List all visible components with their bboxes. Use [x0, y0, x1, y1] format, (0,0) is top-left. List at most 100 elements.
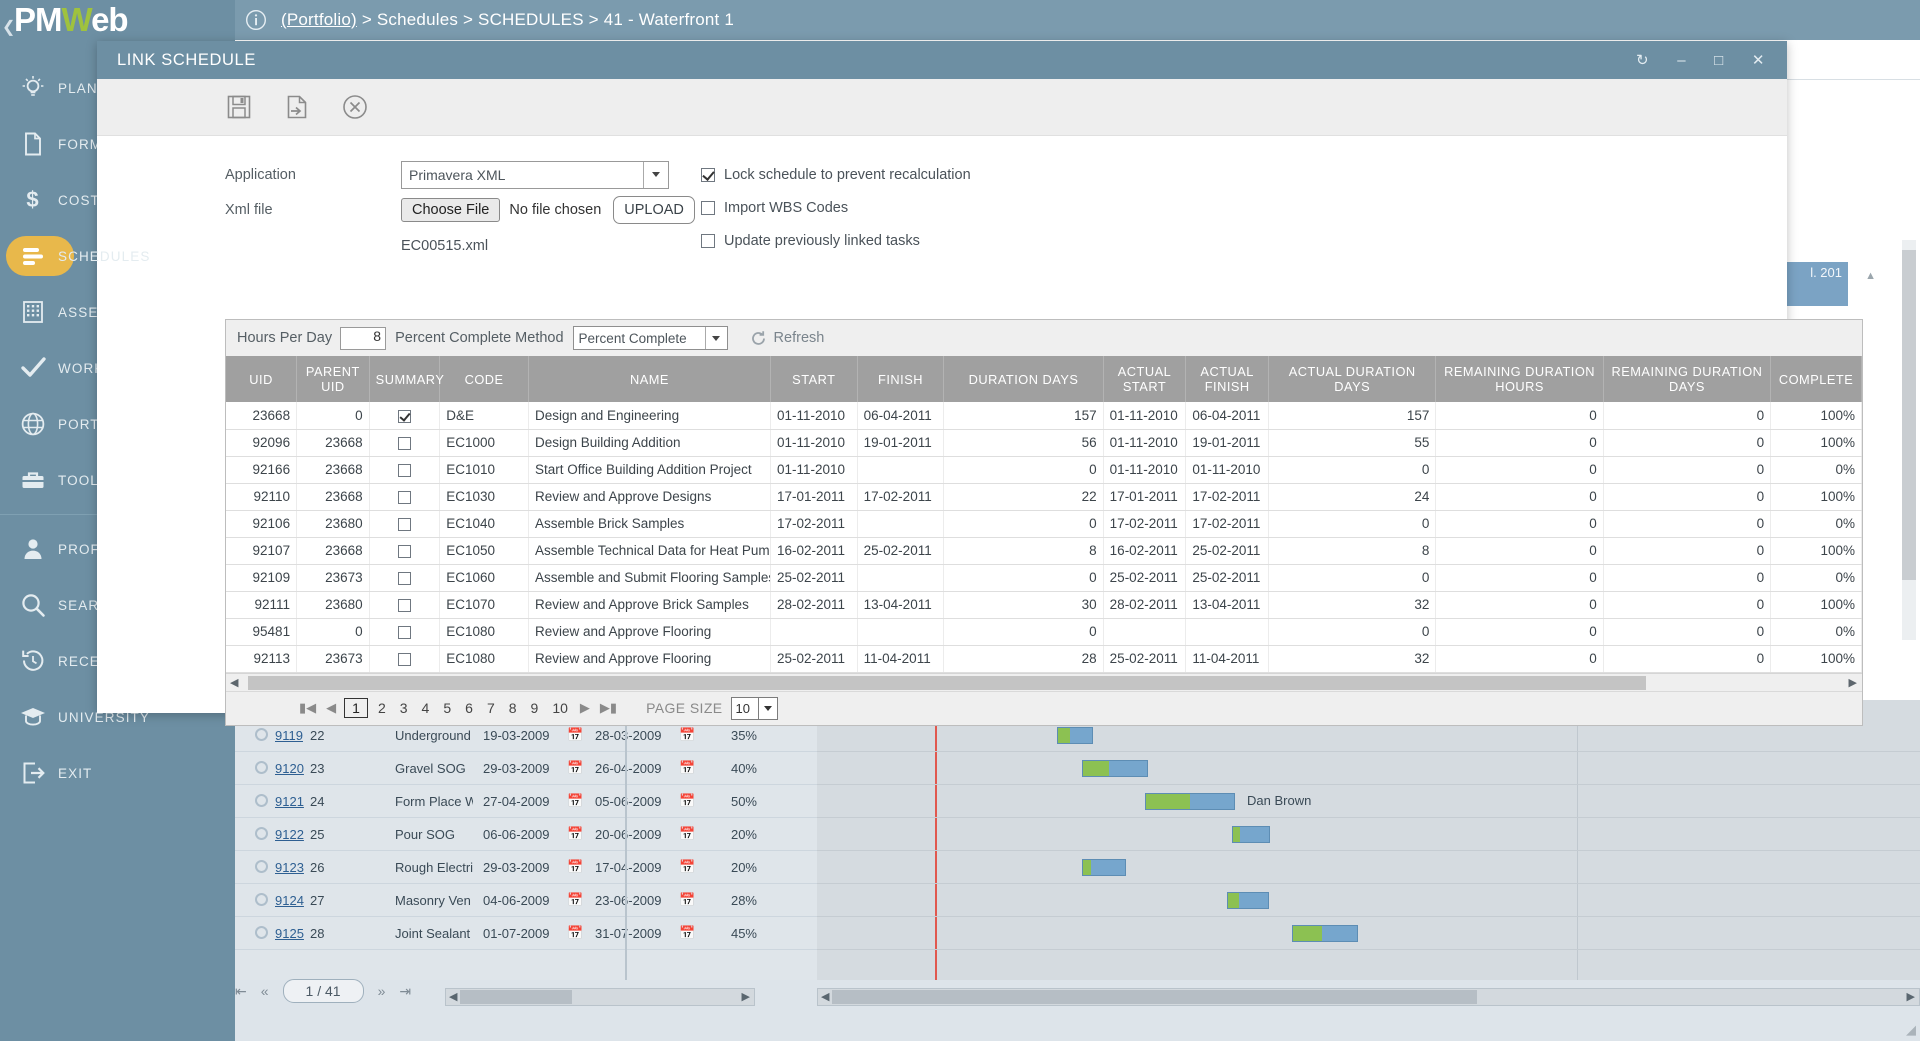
cell-summary[interactable]	[369, 483, 441, 511]
page-indicator[interactable]: 1 / 41	[282, 979, 364, 1003]
next-page-icon[interactable]: »	[378, 983, 386, 999]
column-header[interactable]: ACTUAL START	[1103, 356, 1187, 402]
percent-complete-method-select[interactable]: Percent Complete	[572, 326, 728, 350]
option-row-2[interactable]: Update previously linked tasks	[701, 224, 971, 257]
maximize-button[interactable]: □	[1714, 53, 1724, 68]
prev-page-icon[interactable]: ◀	[321, 700, 341, 716]
summary-checkbox[interactable]	[397, 409, 411, 423]
calendar-icon[interactable]: 📅	[679, 826, 695, 842]
column-header[interactable]: ACTUAL FINISH	[1185, 356, 1270, 402]
column-header[interactable]: START	[770, 356, 858, 402]
column-header[interactable]: DURATION DAYS	[943, 356, 1104, 402]
upload-button[interactable]: UPLOAD	[613, 196, 695, 224]
column-header[interactable]: PARENT UID	[296, 356, 370, 402]
checkbox[interactable]	[701, 200, 715, 215]
table-row[interactable]: 92107 23668 EC1050 Assemble Technical Data …	[226, 537, 1862, 565]
column-header[interactable]: FINISH	[857, 356, 945, 402]
scroll-left-icon[interactable]: ◀	[821, 990, 829, 1003]
first-page-icon[interactable]: ⇤	[235, 983, 247, 1000]
scroll-right-icon[interactable]: ▶	[1849, 676, 1857, 689]
summary-checkbox[interactable]	[397, 625, 411, 639]
row-bullet-icon[interactable]	[255, 827, 268, 840]
page-3-button[interactable]: 3	[393, 700, 415, 716]
row-bullet-icon[interactable]	[255, 794, 268, 807]
cell-summary[interactable]	[369, 429, 441, 457]
summary-checkbox[interactable]	[397, 598, 411, 612]
calendar-icon[interactable]: 📅	[567, 727, 583, 743]
page-4-button[interactable]: 4	[415, 700, 437, 716]
gantt-bar[interactable]	[1292, 925, 1358, 942]
calendar-icon[interactable]: 📅	[567, 793, 583, 809]
column-header[interactable]: CODE	[439, 356, 529, 402]
table-row[interactable]: 92166 23668 EC1010 Start Office Building Ad…	[226, 456, 1862, 484]
table-row[interactable]: 92109 23673 EC1060 Assemble and Submit Floo…	[226, 564, 1862, 592]
calendar-icon[interactable]: 📅	[679, 859, 695, 875]
task-uid-link[interactable]: 9121	[275, 794, 304, 809]
prev-page-icon[interactable]: «	[261, 983, 269, 999]
task-uid-link[interactable]: 9122	[275, 827, 304, 842]
choose-file-button[interactable]: Choose File	[401, 198, 501, 222]
row-bullet-icon[interactable]	[255, 761, 268, 774]
resize-grip-icon[interactable]: ◢	[1906, 1022, 1916, 1038]
summary-checkbox[interactable]	[397, 652, 411, 666]
collapse-sidebar-icon[interactable]: ❮	[2, 8, 15, 48]
scrollbar-thumb[interactable]	[1902, 250, 1916, 580]
gantt-task-row[interactable]: 9120 23 Gravel SOG 29-03-2009 📅 26-04-2009 📅 40…	[235, 753, 817, 785]
next-page-icon[interactable]: ▶	[575, 700, 595, 716]
calendar-icon[interactable]: 📅	[567, 892, 583, 908]
calendar-icon[interactable]: 📅	[679, 760, 695, 776]
save-button[interactable]	[225, 93, 253, 121]
scroll-right-icon[interactable]: ▶	[1907, 990, 1915, 1003]
task-uid-link[interactable]: 9123	[275, 860, 304, 875]
page-2-button[interactable]: 2	[371, 700, 393, 716]
calendar-icon[interactable]: 📅	[679, 793, 695, 809]
calendar-icon[interactable]: 📅	[679, 892, 695, 908]
gantt-bar[interactable]	[1232, 826, 1270, 843]
page-1-button[interactable]: 1	[344, 698, 368, 718]
cancel-button[interactable]	[341, 93, 369, 121]
calendar-icon[interactable]: 📅	[567, 925, 583, 941]
gantt-task-row[interactable]: 9121 24 Form Place W 27-04-2009 📅 05-06-2009 📅…	[235, 786, 817, 818]
cell-summary[interactable]	[369, 456, 441, 484]
scrollbar-thumb[interactable]	[248, 675, 1646, 690]
page-size-select[interactable]: 10	[730, 696, 778, 720]
checkbox[interactable]	[701, 167, 715, 182]
task-uid-link[interactable]: 9124	[275, 893, 304, 908]
scroll-left-icon[interactable]: ◀	[449, 990, 457, 1003]
info-icon[interactable]	[245, 9, 267, 31]
option-row-1[interactable]: Import WBS Codes	[701, 191, 971, 224]
column-header[interactable]: NAME	[528, 356, 771, 402]
column-header[interactable]: UID	[226, 356, 298, 402]
chevron-down-icon[interactable]	[704, 327, 727, 349]
breadcrumb-portfolio-link[interactable]: (Portfolio)	[281, 10, 357, 29]
cell-summary[interactable]	[369, 510, 441, 538]
cell-summary[interactable]	[369, 618, 441, 646]
table-row[interactable]: 92096 23668 EC1000 Design Building Addition…	[226, 429, 1862, 457]
option-row-0[interactable]: Lock schedule to prevent recalculation	[701, 158, 971, 191]
gantt-bar[interactable]	[1057, 727, 1093, 744]
first-page-icon[interactable]: ▮◀	[294, 700, 321, 716]
calendar-icon[interactable]: 📅	[567, 826, 583, 842]
gantt-task-row[interactable]: 9124 27 Masonry Ven 04-06-2009 📅 23-06-2009 📅 2…	[235, 885, 817, 917]
page-6-button[interactable]: 6	[458, 700, 480, 716]
cell-summary[interactable]	[369, 537, 441, 565]
last-page-icon[interactable]: ⇥	[399, 983, 411, 1000]
summary-checkbox[interactable]	[397, 463, 411, 477]
page-10-button[interactable]: 10	[545, 700, 575, 716]
scroll-right-icon[interactable]: ▶	[742, 990, 750, 1003]
gantt-task-row[interactable]: 9122 25 Pour SOG 06-06-2009 📅 20-06-2009 📅 20%	[235, 819, 817, 851]
table-row[interactable]: 92111 23680 EC1070 Review and Approve Brick…	[226, 591, 1862, 619]
grid-horizontal-scrollbar[interactable]: ◀ ▶	[226, 672, 1862, 691]
hours-per-day-input[interactable]: 8	[340, 326, 387, 350]
table-row[interactable]: 23668 0 D&E Design and Engineering 01-11-201…	[226, 402, 1862, 430]
column-header[interactable]: COMPLETE	[1770, 356, 1862, 402]
export-button[interactable]	[283, 93, 311, 121]
calendar-icon[interactable]: 📅	[679, 925, 695, 941]
calendar-icon[interactable]: 📅	[679, 727, 695, 743]
gantt-bar[interactable]	[1082, 859, 1126, 876]
background-vertical-scrollbar[interactable]	[1902, 240, 1916, 640]
table-row[interactable]: 92110 23668 EC1030 Review and Approve Desig…	[226, 483, 1862, 511]
summary-checkbox[interactable]	[397, 571, 411, 585]
summary-checkbox[interactable]	[397, 490, 411, 504]
summary-checkbox[interactable]	[397, 517, 411, 531]
